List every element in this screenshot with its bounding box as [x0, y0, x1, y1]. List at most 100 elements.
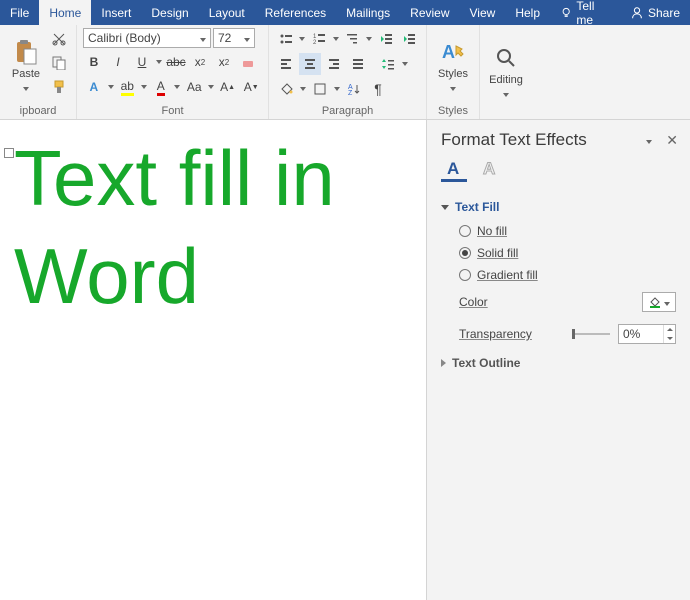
color-label: Color: [459, 295, 634, 309]
format-painter-button[interactable]: [48, 76, 70, 98]
tab-help[interactable]: Help: [505, 0, 550, 25]
pane-title: Format Text Effects: [441, 130, 642, 150]
pane-tab-text-fill[interactable]: A: [441, 156, 467, 182]
line-spacing-icon: [381, 57, 395, 71]
svg-text:A: A: [442, 42, 455, 62]
shrink-font-button[interactable]: A▼: [240, 76, 262, 98]
expand-icon: [441, 359, 446, 367]
grow-font-button[interactable]: A▲: [217, 76, 239, 98]
section-text-outline[interactable]: Text Outline: [441, 350, 676, 376]
highlight-dropdown[interactable]: [140, 76, 148, 98]
tab-review[interactable]: Review: [400, 0, 459, 25]
format-text-effects-pane: Format Text Effects ✕ A A Text Fill No f…: [426, 120, 690, 600]
transparency-spinner[interactable]: 0%: [618, 324, 676, 344]
font-color-button[interactable]: A: [150, 76, 172, 98]
align-left-button[interactable]: [275, 53, 297, 75]
borders-icon: [313, 82, 327, 96]
scissors-icon: [52, 32, 66, 46]
show-marks-button[interactable]: ¶: [367, 78, 389, 100]
tab-tellme[interactable]: Tell me: [550, 0, 620, 25]
group-paragraph: 12 AZ ¶ Paragraph: [269, 25, 427, 119]
ribbon: Paste ipboard Calibri (Body) 72 B I U ab…: [0, 25, 690, 120]
lightbulb-icon: [560, 6, 572, 20]
tab-references[interactable]: References: [255, 0, 336, 25]
font-name-combo[interactable]: Calibri (Body): [83, 28, 211, 48]
document-text[interactable]: Text fill in Word: [14, 130, 412, 325]
spinner-up[interactable]: [664, 325, 675, 334]
tab-view[interactable]: View: [460, 0, 506, 25]
paste-icon: [12, 38, 40, 66]
copy-icon: [52, 56, 66, 70]
borders-button[interactable]: [309, 78, 331, 100]
bold-button[interactable]: B: [83, 51, 105, 73]
justify-icon: [351, 57, 365, 71]
line-spacing-button[interactable]: [377, 53, 399, 75]
change-case-dropdown[interactable]: [207, 76, 215, 98]
radio-no-fill[interactable]: No fill: [441, 220, 676, 242]
pane-tab-text-effects[interactable]: A: [477, 156, 503, 182]
radio-gradient-fill[interactable]: Gradient fill: [441, 264, 676, 286]
underline-button[interactable]: U: [131, 51, 153, 73]
shading-button[interactable]: [275, 78, 297, 100]
clear-formatting-button[interactable]: [237, 51, 259, 73]
align-center-button[interactable]: [299, 53, 321, 75]
tab-file[interactable]: File: [0, 0, 39, 25]
anchor-icon: [4, 148, 14, 158]
bucket-icon: [279, 82, 293, 96]
font-color-dropdown[interactable]: [174, 76, 182, 98]
tab-mailings[interactable]: Mailings: [336, 0, 400, 25]
superscript-button[interactable]: x2: [213, 51, 235, 73]
svg-text:A: A: [483, 159, 495, 178]
search-icon: [492, 44, 520, 72]
numbering-icon: 12: [312, 32, 326, 46]
group-styles: A Styles Styles: [427, 25, 480, 119]
pane-options-dropdown[interactable]: [646, 133, 652, 147]
underline-dropdown[interactable]: [155, 51, 163, 73]
tab-insert[interactable]: Insert: [91, 0, 141, 25]
share-icon: [630, 6, 644, 20]
section-text-fill[interactable]: Text Fill: [441, 194, 676, 220]
tab-share[interactable]: Share: [620, 0, 690, 25]
align-center-icon: [303, 57, 317, 71]
spinner-down[interactable]: [664, 334, 675, 343]
sort-button[interactable]: AZ: [343, 78, 365, 100]
document-canvas[interactable]: Text fill in Word: [0, 120, 426, 600]
styles-button[interactable]: A Styles: [433, 28, 473, 103]
bullets-button[interactable]: [275, 28, 297, 50]
paste-button[interactable]: Paste: [6, 28, 46, 103]
numbering-button[interactable]: 12: [308, 28, 330, 50]
close-pane-button[interactable]: ✕: [666, 132, 678, 149]
letter-a-outline-icon: A: [480, 158, 500, 178]
highlight-button[interactable]: ab: [116, 76, 138, 98]
text-effects-button[interactable]: A: [83, 76, 105, 98]
letter-a-fill-icon: A: [444, 158, 464, 178]
brush-icon: [52, 80, 66, 94]
group-editing: Editing: [480, 25, 532, 119]
cut-button[interactable]: [48, 28, 70, 50]
multilevel-list-button[interactable]: [342, 28, 364, 50]
italic-button[interactable]: I: [107, 51, 129, 73]
indent-icon: [402, 32, 416, 46]
menu-tabs: File Home Insert Design Layout Reference…: [0, 0, 690, 25]
align-right-icon: [327, 57, 341, 71]
change-case-button[interactable]: Aa: [183, 76, 205, 98]
editing-button[interactable]: Editing: [486, 28, 526, 115]
copy-button[interactable]: [48, 52, 70, 74]
transparency-slider[interactable]: [572, 331, 610, 337]
text-effects-dropdown[interactable]: [107, 76, 115, 98]
strikethrough-button[interactable]: abc: [165, 51, 187, 73]
color-picker[interactable]: [642, 292, 676, 312]
tab-layout[interactable]: Layout: [199, 0, 255, 25]
work-area: Text fill in Word Format Text Effects ✕ …: [0, 120, 690, 600]
svg-text:Z: Z: [348, 90, 353, 96]
tab-home[interactable]: Home: [39, 0, 91, 25]
align-right-button[interactable]: [323, 53, 345, 75]
radio-solid-fill[interactable]: Solid fill: [441, 242, 676, 264]
justify-button[interactable]: [347, 53, 369, 75]
multilevel-icon: [345, 32, 359, 46]
tab-design[interactable]: Design: [141, 0, 198, 25]
font-size-combo[interactable]: 72: [213, 28, 255, 48]
decrease-indent-button[interactable]: [375, 28, 397, 50]
subscript-button[interactable]: x2: [189, 51, 211, 73]
increase-indent-button[interactable]: [399, 28, 421, 50]
